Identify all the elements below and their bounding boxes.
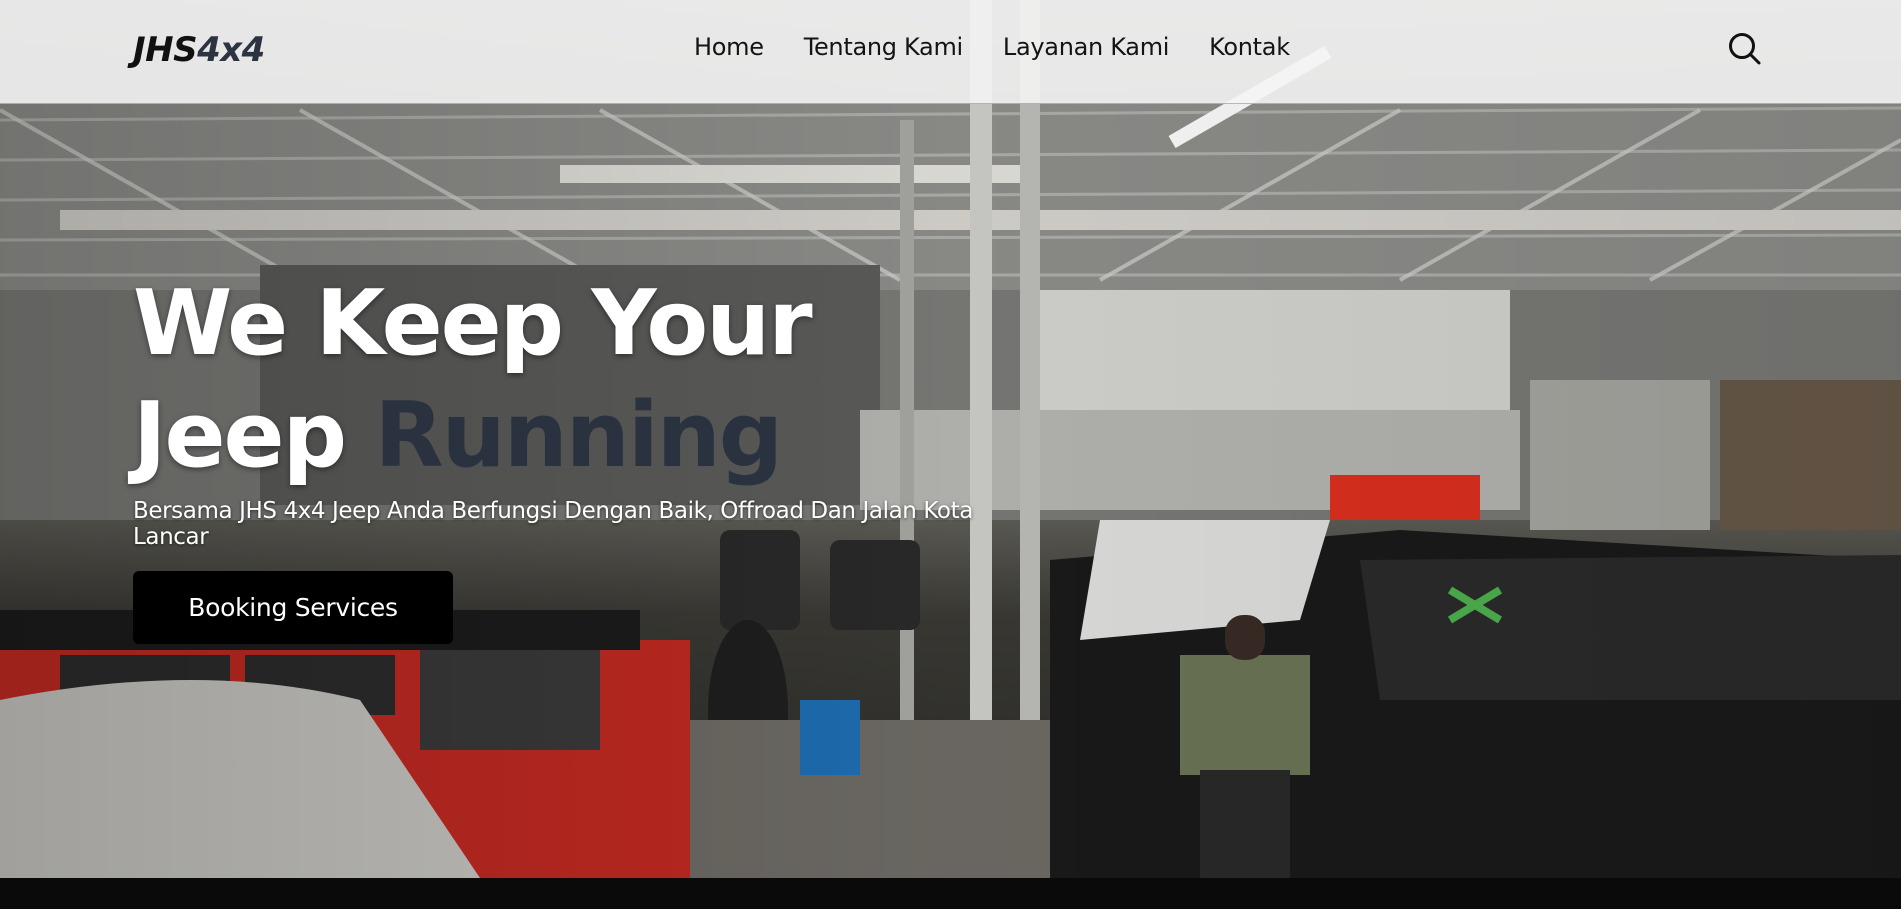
- nav-layanan-kami[interactable]: Layanan Kami: [1003, 33, 1170, 61]
- hero-title-word-running: Running: [374, 383, 783, 488]
- logo-accent: 4x4: [197, 30, 265, 70]
- nav-home[interactable]: Home: [694, 33, 764, 61]
- logo-text: JHS: [133, 30, 198, 70]
- hero-subtitle: Bersama JHS 4x4 Jeep Anda Berfungsi Deng…: [133, 498, 973, 550]
- hero-title-word-jeep: Jeep: [133, 383, 347, 488]
- hero-title-line1: We Keep Your: [133, 271, 813, 376]
- search-icon: [1729, 33, 1761, 65]
- search-button[interactable]: [1726, 30, 1764, 68]
- page: JHS4x4 Home Tentang Kami Layanan Kami Ko…: [0, 0, 1901, 909]
- nav-tentang-kami[interactable]: Tentang Kami: [804, 33, 964, 61]
- hero-title: We Keep Your Jeep Running: [133, 268, 813, 492]
- site-logo[interactable]: JHS4x4: [133, 30, 265, 70]
- booking-services-button[interactable]: Booking Services: [133, 571, 453, 644]
- site-header: JHS4x4 Home Tentang Kami Layanan Kami Ko…: [0, 0, 1901, 104]
- nav-kontak[interactable]: Kontak: [1209, 33, 1290, 61]
- main-nav: Home Tentang Kami Layanan Kami Kontak: [694, 33, 1290, 61]
- hero-bottom-band: [0, 878, 1901, 909]
